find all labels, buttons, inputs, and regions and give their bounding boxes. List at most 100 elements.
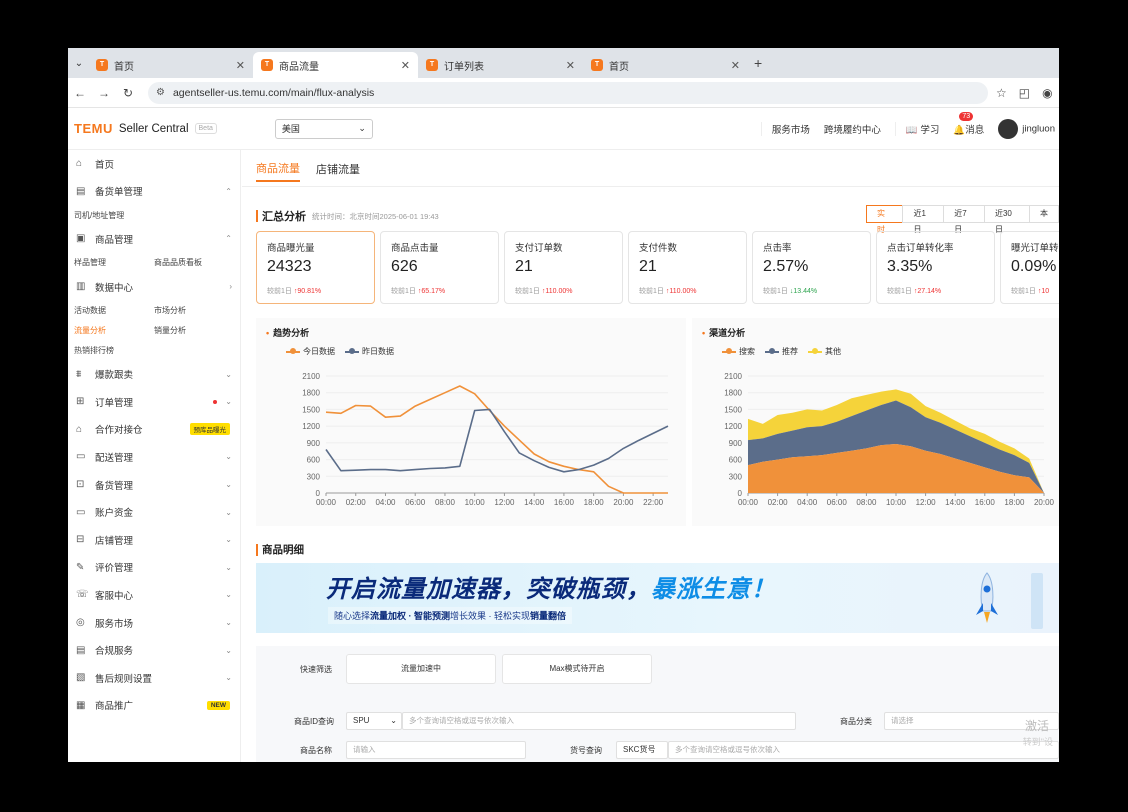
- browser-tab-product-traffic[interactable]: T 商品流量 ✕: [253, 52, 418, 78]
- sidebar-item-label: 评价管理: [95, 563, 134, 575]
- range-realtime[interactable]: 实时: [866, 205, 904, 234]
- banner-title-part-b: 暴涨生意！: [651, 576, 776, 603]
- sidebar-item-label: 售后规则设置: [95, 673, 153, 685]
- banner-subtitle: 随心选择流量加权 · 智能预测增长效果 · 轻松实现销量翻倍: [328, 607, 573, 624]
- new-tab-plus-icon[interactable]: +: [754, 55, 762, 71]
- sidebar-item-home[interactable]: ⌂ 首页: [68, 150, 240, 178]
- tab-close-icon[interactable]: ✕: [236, 59, 245, 72]
- seller-central-title: Seller Central: [118, 122, 189, 135]
- metric-card[interactable]: 支付件数 21 较前1日 ↑110.00%: [628, 231, 747, 304]
- extensions-icon[interactable]: ◰: [1019, 86, 1030, 100]
- sidebar-subitem-hot-rank[interactable]: 热销排行榜: [74, 345, 154, 356]
- metric-card[interactable]: 商品点击量 626 较前1日 ↑65.17%: [380, 231, 499, 304]
- range-30d[interactable]: 近30日: [983, 205, 1030, 234]
- id-type-select[interactable]: SPU ⌄: [346, 712, 402, 730]
- range-1d[interactable]: 近1日: [902, 205, 945, 234]
- sidebar-item-label: 商品管理: [95, 234, 134, 246]
- sidebar-item-label: 首页: [95, 159, 115, 171]
- tab-label: 订单列表: [444, 61, 484, 73]
- back-arrow-icon[interactable]: ←: [68, 86, 92, 100]
- activation-watermark: 激活: [1024, 719, 1049, 733]
- sidebar-item[interactable]: ▧ 售后规则设置 ⌄: [68, 664, 240, 692]
- sidebar-subitem-sales[interactable]: 销量分析: [154, 325, 234, 336]
- promo-banner[interactable]: 开启流量加速器，突破瓶颈，暴涨生意！ 随心选择流量加权 · 智能预测增长效果 ·…: [256, 563, 1059, 633]
- quick-filter-max-mode-button[interactable]: Max模式待开启: [502, 654, 652, 684]
- temu-favicon-icon: T: [426, 59, 438, 71]
- tab-shop-traffic[interactable]: 店铺流量: [316, 161, 360, 181]
- tab-close-icon[interactable]: ✕: [731, 59, 740, 72]
- sidebar-item[interactable]: ⌂ 合作对接仓 预库品曝光: [68, 416, 240, 444]
- tab-close-icon[interactable]: ✕: [566, 59, 575, 72]
- sidebar-item[interactable]: ▭ 账户资金 ⌄: [68, 498, 240, 526]
- region-select[interactable]: 美国 ⌄: [274, 118, 373, 139]
- sidebar-item[interactable]: ⩩ 爆款跟卖 ⌄: [68, 360, 240, 388]
- browser-tab-home-1[interactable]: T 首页 ✕: [88, 52, 253, 78]
- quick-filter-accelerating-button[interactable]: 流量加速中: [346, 654, 496, 684]
- sidebar-item-data-center[interactable]: ▥ 数据中心 ›: [68, 273, 240, 301]
- sidebar-item[interactable]: ✎ 评价管理 ⌄: [68, 554, 240, 582]
- y-tick-label: 1500: [302, 405, 320, 414]
- tab-product-traffic[interactable]: 商品流量: [256, 160, 300, 182]
- reload-icon[interactable]: ↻: [116, 86, 140, 100]
- sidebar-subitem-traffic[interactable]: 流量分析: [74, 325, 154, 336]
- sidebar-item[interactable]: ▦ 商品推广 NEW: [68, 692, 240, 720]
- sidebar-subitem-driver[interactable]: 司机/地址管理: [74, 210, 154, 221]
- messages-button[interactable]: 🔔 73 消息: [953, 112, 984, 136]
- chevron-up-icon: ⌃: [225, 186, 232, 196]
- metric-card[interactable]: 曝光订单转 0.09% 较前1日 ↑10: [1000, 231, 1059, 304]
- sku-type-select[interactable]: SKC货号: [616, 741, 668, 759]
- metric-change: 10: [1041, 288, 1050, 295]
- sidebar-item-stock-order[interactable]: ▤ 备货单管理 ⌃: [68, 178, 240, 206]
- tab-label: 首页: [114, 61, 134, 73]
- sidebar-item-label: 服务市场: [95, 618, 134, 630]
- sidebar-item[interactable]: ◎ 服务市场 ⌄: [68, 609, 240, 637]
- url-field[interactable]: ⚙ agentseller-us.temu.com/main/flux-anal…: [148, 81, 988, 104]
- sidebar-subitem-samples[interactable]: 样品管理: [74, 257, 154, 268]
- bookmark-star-icon[interactable]: ☆: [996, 86, 1007, 100]
- x-tick-label: 20:00: [613, 498, 634, 507]
- sku-query-input[interactable]: 多个查询请空格或逗号依次输入: [668, 741, 1059, 759]
- sidebar-item[interactable]: ▤ 合规服务 ⌄: [68, 636, 240, 664]
- x-tick-label: 10:00: [465, 498, 486, 507]
- profile-icon[interactable]: ◉: [1042, 86, 1052, 100]
- sidebar-item-goods[interactable]: ▣ 商品管理 ⌃: [68, 225, 240, 253]
- user-menu[interactable]: jingluon: [998, 119, 1055, 139]
- site-settings-icon[interactable]: ⚙: [156, 87, 165, 98]
- x-tick-label: 16:00: [554, 498, 575, 507]
- y-tick-label: 900: [729, 439, 743, 448]
- banner-sub-d: 增长效果 · 轻松实现: [450, 611, 531, 621]
- tab-list-chevron-icon[interactable]: ⌄: [70, 52, 88, 74]
- x-tick-label: 06:00: [405, 498, 426, 507]
- tab-close-icon[interactable]: ✕: [401, 59, 410, 72]
- summary-title: 汇总分析: [262, 211, 306, 223]
- fulfillment-center-link[interactable]: 跨境履约中心: [824, 122, 881, 136]
- metric-card[interactable]: 商品曝光量 24323 较前1日 ↑90.81%: [256, 231, 375, 304]
- metric-card[interactable]: 支付订单数 21 较前1日 ↑110.00%: [504, 231, 623, 304]
- forward-arrow-icon[interactable]: →: [92, 86, 116, 100]
- sidebar-subitem-market[interactable]: 市场分析: [154, 305, 234, 316]
- sidebar-item[interactable]: ▭ 配送管理 ⌄: [68, 443, 240, 471]
- sidebar-subitem-activity[interactable]: 活动数据: [74, 305, 154, 316]
- sidebar-item[interactable]: ⊞ 订单管理 ⌄: [68, 388, 240, 416]
- id-query-input[interactable]: 多个查询请空格或逗号依次输入: [402, 712, 796, 730]
- metric-change: 65.17%: [421, 288, 446, 295]
- metric-card[interactable]: 点击订单转化率 3.35% 较前1日 ↑27.14%: [876, 231, 995, 304]
- chevron-down-icon: ⌄: [225, 645, 232, 655]
- metric-title: 支付订单数: [515, 243, 563, 254]
- banner-sub-a: 随心选择: [334, 611, 371, 621]
- range-7d[interactable]: 近7日: [943, 205, 985, 234]
- sidebar-item[interactable]: ☏ 客服中心 ⌄: [68, 581, 240, 609]
- sidebar-subitem-quality[interactable]: 商品品质看板: [154, 257, 234, 268]
- learn-button[interactable]: 📖 学习: [894, 122, 939, 136]
- product-name-input[interactable]: 请输入: [346, 741, 526, 759]
- page-tabs: 商品流量 店铺流量: [256, 150, 360, 186]
- category-label: 商品分类: [840, 717, 872, 726]
- browser-tab-home-2[interactable]: T 首页 ✕: [583, 52, 748, 78]
- metric-card[interactable]: 点击率 2.57% 较前1日 ↓13.44%: [752, 231, 871, 304]
- service-market-link[interactable]: 服务市场: [760, 122, 810, 136]
- sidebar-item[interactable]: ⊟ 店铺管理 ⌄: [68, 526, 240, 554]
- browser-tab-orders[interactable]: T 订单列表 ✕: [418, 52, 583, 78]
- range-this[interactable]: 本: [1029, 205, 1059, 223]
- temu-logo[interactable]: TEMU: [74, 121, 113, 136]
- sidebar-item[interactable]: ⊡ 备货管理 ⌄: [68, 471, 240, 499]
